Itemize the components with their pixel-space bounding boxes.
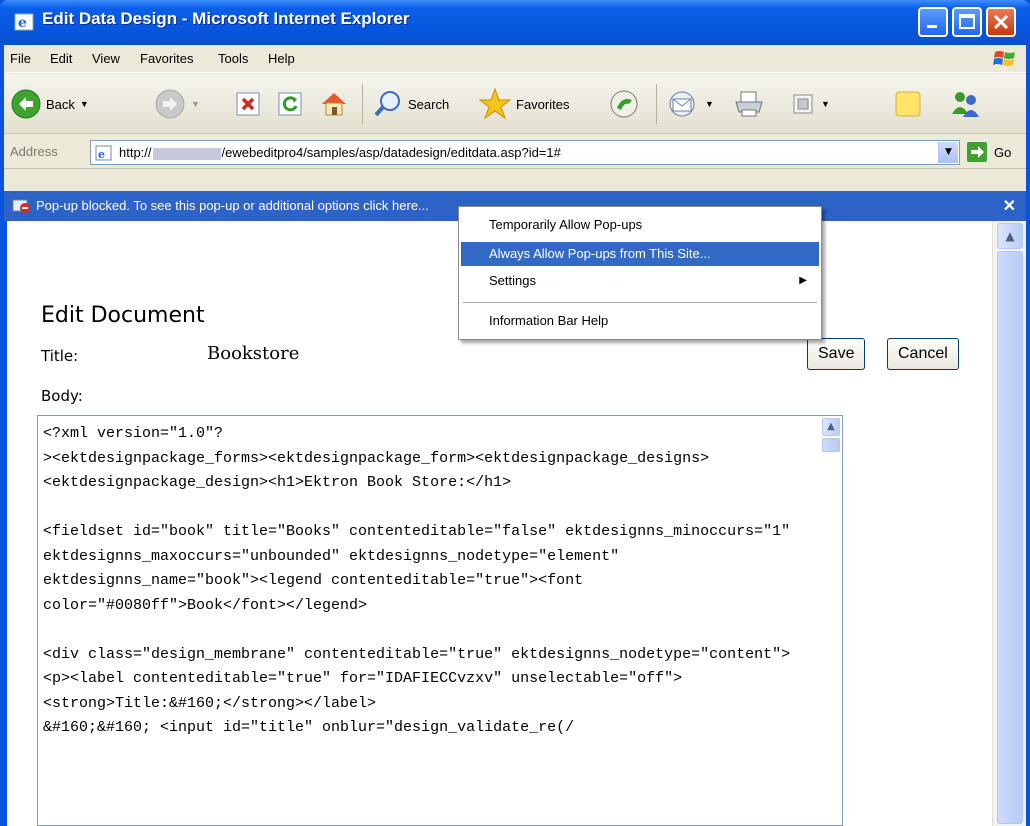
page-icon: e [95, 145, 112, 161]
favorites-button[interactable]: Favorites [478, 86, 569, 122]
textarea-scroll-thumb[interactable] [822, 438, 840, 452]
mail-dropdown-icon[interactable]: ▼ [705, 99, 714, 109]
menu-bar: File Edit View Favorites Tools Help [4, 45, 1026, 73]
save-button[interactable]: Save [807, 338, 866, 370]
url-path: /ewebeditpro4/samples/asp/datadesign/edi… [221, 145, 561, 160]
back-button[interactable]: Back ▼ [10, 86, 89, 122]
infobar-text: Pop-up blocked. To see this pop-up or ad… [36, 198, 429, 213]
close-button[interactable] [986, 7, 1016, 37]
stop-button[interactable] [234, 86, 262, 122]
stop-icon [236, 92, 260, 116]
toolbar-separator [362, 84, 363, 124]
popup-options-menu: Temporarily Allow Pop-ups Always Allow P… [458, 206, 822, 340]
address-dropdown-button[interactable]: ▼ [938, 142, 958, 163]
svg-text:e: e [98, 148, 105, 161]
address-input[interactable]: e http:// /ewebeditpro4/samples/asp/datad… [90, 140, 960, 165]
discuss-button[interactable] [892, 86, 924, 122]
search-button[interactable]: Search [372, 86, 449, 122]
menu-item-infobar-help[interactable]: Information Bar Help [461, 309, 819, 333]
menu-item-settings[interactable]: Settings ▶ [461, 269, 819, 293]
edit-dropdown-icon[interactable]: ▼ [821, 99, 830, 109]
edit-page-icon [793, 94, 813, 114]
address-label: Address [10, 144, 58, 159]
infobar-close-icon[interactable]: ✕ [1003, 196, 1016, 216]
messenger-button[interactable] [948, 86, 982, 122]
mail-button[interactable]: ▼ [666, 86, 714, 122]
menu-help[interactable]: Help [268, 51, 295, 66]
submenu-arrow-icon: ▶ [799, 275, 807, 286]
home-button[interactable] [318, 86, 350, 122]
scroll-up-icon[interactable]: ▲ [997, 223, 1023, 249]
body-textarea[interactable]: <?xml version="1.0"? ><ektdesignpackage_… [37, 415, 843, 826]
address-bar: Address e http:// /ewebeditpro4/samples/a… [4, 135, 1026, 169]
back-arrow-icon [11, 89, 41, 119]
search-icon [374, 91, 400, 117]
minimize-button[interactable] [918, 7, 948, 37]
forward-arrow-icon [155, 89, 185, 119]
cancel-button[interactable]: Cancel [887, 338, 959, 370]
maximize-icon [959, 14, 975, 29]
standard-toolbar: Back ▼ ▼ Search Favorites ▼ ▼ [4, 74, 1026, 134]
messenger-icon [952, 92, 979, 117]
popup-blocked-icon [12, 199, 30, 213]
menu-view[interactable]: View [92, 51, 120, 66]
close-icon [993, 14, 1009, 30]
textarea-scrollbar[interactable]: ▲ [820, 416, 842, 825]
menu-item-temporarily-allow[interactable]: Temporarily Allow Pop-ups [461, 213, 819, 237]
svg-text:e: e [18, 15, 27, 31]
menu-edit[interactable]: Edit [50, 51, 72, 66]
edit-button[interactable]: ▼ [790, 86, 830, 122]
minimize-icon [927, 25, 937, 28]
title-bar[interactable]: e Edit Data Design - Microsoft Internet … [0, 0, 1030, 45]
url-prefix: http:// [119, 145, 152, 160]
body-text: <?xml version="1.0"? ><ektdesignpackage_… [43, 425, 791, 736]
go-button[interactable]: Go [966, 141, 1011, 163]
address-url: http:// /ewebeditpro4/samples/asp/datades… [119, 145, 561, 160]
page-title: Edit Document [41, 303, 205, 328]
settings-label: Settings [489, 273, 536, 288]
maximize-button[interactable] [952, 7, 982, 37]
textarea-scroll-up-icon[interactable]: ▲ [822, 418, 840, 436]
note-icon [895, 91, 921, 117]
ie-icon: e [14, 13, 34, 31]
toolbar-separator [656, 84, 657, 124]
browser-client: File Edit View Favorites Tools Help Back [4, 45, 1026, 826]
menu-separator [463, 302, 817, 303]
menu-item-always-allow[interactable]: Always Allow Pop-ups from This Site... [461, 242, 819, 266]
print-button[interactable] [732, 86, 766, 122]
title-field[interactable]: Bookstore [207, 343, 299, 364]
menu-tools[interactable]: Tools [218, 51, 248, 66]
go-arrow-icon [967, 142, 987, 162]
forward-button[interactable]: ▼ [154, 86, 200, 122]
media-button[interactable] [608, 86, 640, 122]
scroll-thumb[interactable] [997, 251, 1023, 824]
refresh-icon [278, 92, 302, 116]
search-label: Search [408, 96, 450, 112]
mail-icon [669, 91, 695, 117]
go-label: Go [994, 144, 1012, 160]
window-title: Edit Data Design - Microsoft Internet Ex… [42, 9, 410, 28]
title-label: Title: [41, 347, 79, 365]
body-label: Body: [41, 387, 83, 405]
media-icon [610, 90, 638, 118]
favorites-label: Favorites [516, 96, 570, 112]
browser-window: e Edit Data Design - Microsoft Internet … [0, 0, 1030, 826]
menu-favorites[interactable]: Favorites [140, 51, 193, 66]
page-scrollbar[interactable]: ▲ [992, 221, 1026, 826]
forward-dropdown-icon[interactable]: ▼ [191, 99, 200, 109]
redacted-host [152, 147, 221, 160]
back-label: Back [46, 96, 75, 112]
refresh-button[interactable] [276, 86, 304, 122]
print-icon [735, 91, 763, 117]
favorites-star-icon [478, 87, 512, 120]
home-icon [322, 93, 346, 116]
menu-file[interactable]: File [10, 51, 31, 66]
windows-logo-icon [993, 51, 1015, 66]
back-dropdown-icon[interactable]: ▼ [80, 99, 89, 109]
